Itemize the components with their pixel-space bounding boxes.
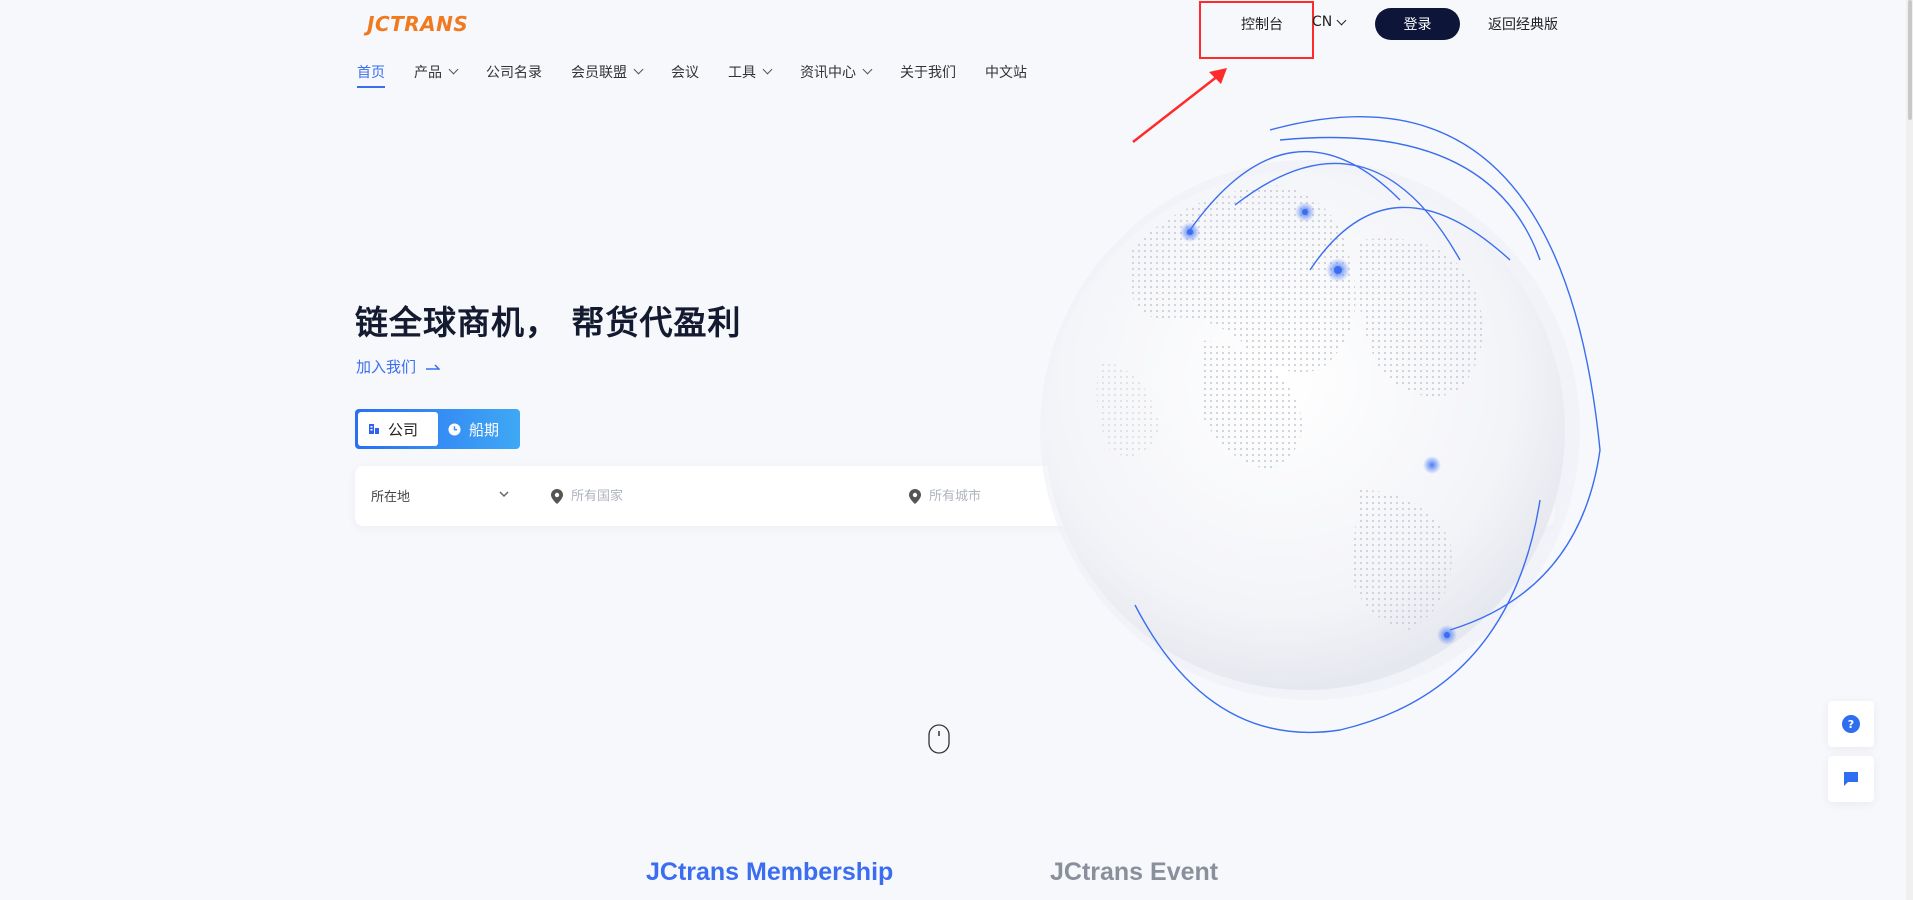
chat-icon <box>1844 772 1858 786</box>
arrow-right-icon <box>426 363 441 370</box>
tab-company[interactable]: 公司 <box>358 412 438 446</box>
building-icon <box>369 424 379 434</box>
nav-item-home[interactable]: 首页 <box>357 52 385 88</box>
nav-item-company-directory[interactable]: 公司名录 <box>486 52 542 88</box>
chevron-down-icon <box>633 64 644 75</box>
nav-item-member-alliance[interactable]: 会员联盟 <box>571 52 644 88</box>
scrollbar-track[interactable] <box>1906 0 1913 900</box>
chevron-down-icon <box>1336 15 1347 25</box>
location-select[interactable]: 所在地 <box>371 486 410 505</box>
nav-item-products[interactable]: 产品 <box>414 52 459 88</box>
nav-item-conference[interactable]: 会议 <box>671 52 699 88</box>
location-pin-icon <box>909 488 921 504</box>
jctrans-logo[interactable]: JCTRANS <box>367 10 468 38</box>
tab-sailing-schedule[interactable]: 船期 <box>438 412 509 446</box>
clock-icon <box>448 422 461 436</box>
help-button[interactable]: ? <box>1828 701 1874 747</box>
chevron-down-icon <box>862 64 873 75</box>
join-us-label: 加入我们 <box>356 358 417 376</box>
nav-item-chinese-site[interactable]: 中文站 <box>985 52 1027 88</box>
annotation-highlight-box <box>1199 1 1314 59</box>
country-field <box>551 482 871 510</box>
location-pin-icon <box>551 488 563 504</box>
svg-text:?: ? <box>1848 718 1854 731</box>
language-label: CN <box>1312 14 1333 30</box>
nav-item-about-us[interactable]: 关于我们 <box>900 52 956 88</box>
question-icon: ? <box>1842 715 1860 733</box>
globe-illustration <box>1040 115 1601 734</box>
nav-item-news-center[interactable]: 资讯中心 <box>800 52 873 88</box>
scroll-mouse-icon <box>928 724 950 754</box>
tab-jctrans-membership[interactable]: JCtrans Membership <box>646 858 893 887</box>
hero-title: 链全球商机， 帮货代盈利 <box>355 303 742 342</box>
main-nav: 首页 产品 公司名录 会员联盟 会议 工具 资讯中心 关于我们 中文站 <box>357 52 1056 88</box>
chevron-down-icon[interactable] <box>498 488 510 500</box>
tab-jctrans-event[interactable]: JCtrans Event <box>1050 858 1218 887</box>
chat-button[interactable] <box>1828 756 1874 802</box>
chevron-down-icon <box>762 64 773 75</box>
country-input[interactable] <box>571 488 871 504</box>
classic-version-link[interactable]: 返回经典版 <box>1488 14 1558 34</box>
language-selector[interactable]: CN <box>1312 14 1347 30</box>
scrollbar-thumb[interactable] <box>1908 0 1912 120</box>
search-type-tabs: 公司 船期 <box>355 409 520 449</box>
login-button[interactable]: 登录 <box>1375 8 1460 40</box>
page: JCTRANS 首页 产品 公司名录 会员联盟 会议 工具 资讯中心 关于我们 … <box>0 0 1913 900</box>
nav-item-tools[interactable]: 工具 <box>728 52 773 88</box>
join-us-link[interactable]: 加入我们 <box>356 356 441 377</box>
logo-text: JCTRANS <box>367 12 469 36</box>
chevron-down-icon <box>448 64 459 75</box>
